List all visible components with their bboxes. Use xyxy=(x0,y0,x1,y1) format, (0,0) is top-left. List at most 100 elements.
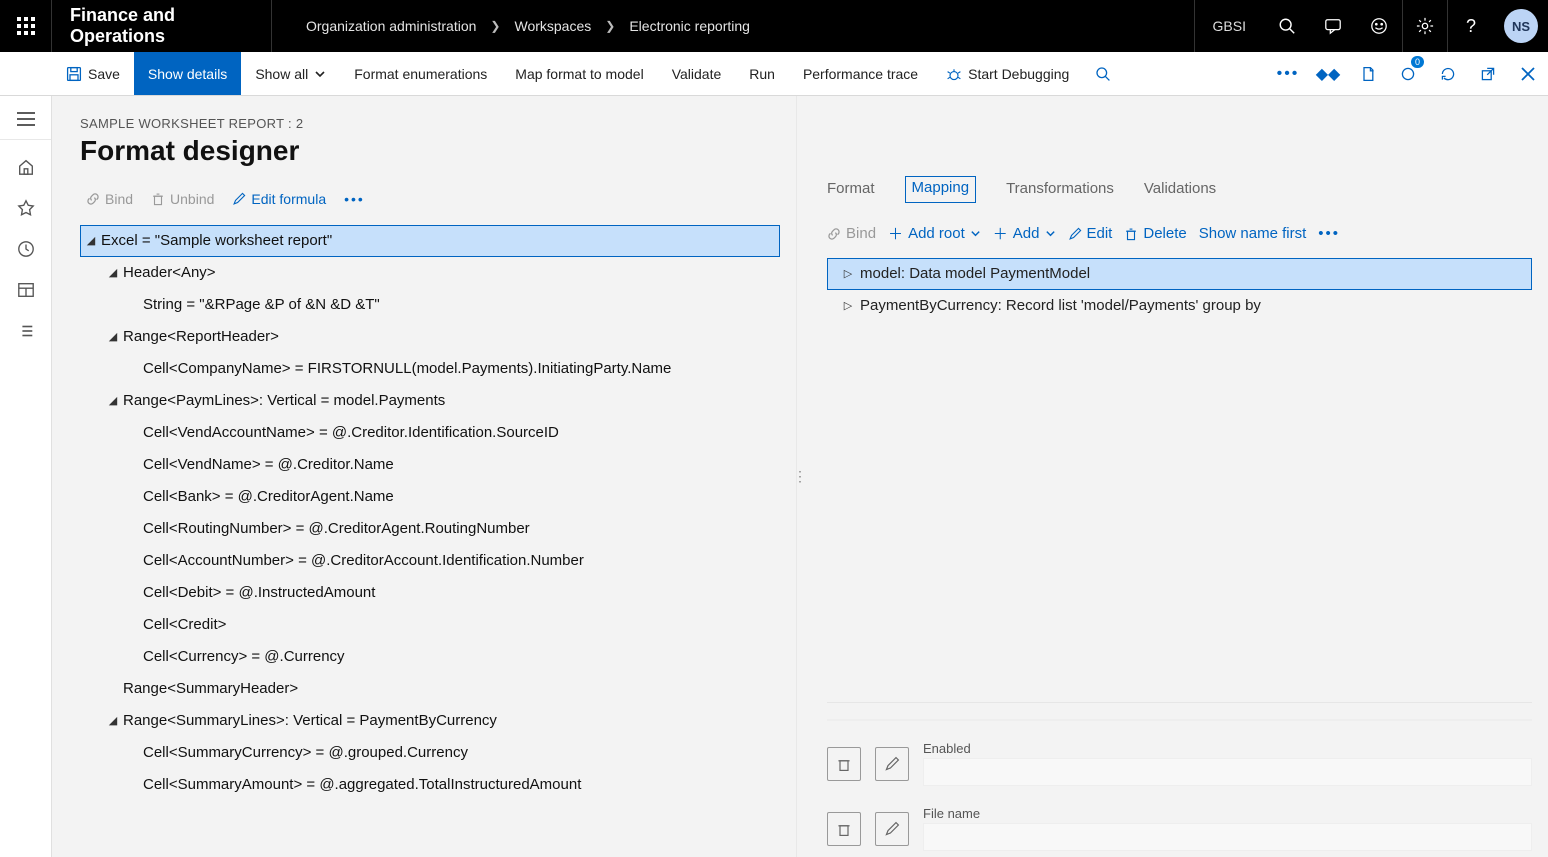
search-icon xyxy=(1278,17,1296,35)
tree-item[interactable]: String = "&RPage &P of &N &D &T" xyxy=(80,289,780,321)
message-count-badge: 0 xyxy=(1411,56,1424,68)
attachments-button[interactable] xyxy=(1348,52,1388,95)
messages-button[interactable]: 0 xyxy=(1388,52,1428,95)
star-icon xyxy=(17,199,35,217)
help-button[interactable]: ? xyxy=(1448,0,1494,52)
ds-tree-item[interactable]: ▷model: Data model PaymentModel xyxy=(827,258,1532,290)
refresh-button[interactable] xyxy=(1428,52,1468,95)
chevron-right-icon: ❯ xyxy=(490,19,500,33)
add-root-button[interactable]: ＋Add root xyxy=(888,223,981,244)
focus-mode-button[interactable]: ◆◆ xyxy=(1308,52,1348,95)
tab-mapping[interactable]: Mapping xyxy=(905,176,977,203)
popout-icon xyxy=(1480,66,1496,82)
validate-button[interactable]: Validate xyxy=(658,52,736,95)
datasource-tree[interactable]: ▷model: Data model PaymentModel ▷Payment… xyxy=(827,258,1532,322)
clear-filename-button[interactable] xyxy=(827,812,861,846)
search-icon xyxy=(1095,66,1111,82)
close-button[interactable] xyxy=(1508,52,1548,95)
trash-icon xyxy=(836,756,852,772)
property-editor[interactable] xyxy=(827,719,1532,721)
app-launcher-button[interactable] xyxy=(0,0,52,52)
breadcrumb-nav: Organization administration ❯ Workspaces… xyxy=(272,0,1194,52)
map-format-button[interactable]: Map format to model xyxy=(501,52,657,95)
messages-button[interactable] xyxy=(1310,0,1356,52)
tree-item[interactable]: ◢Range<ReportHeader> xyxy=(80,321,780,353)
nav-recent[interactable] xyxy=(17,240,35,263)
save-icon xyxy=(66,66,82,82)
save-button[interactable]: Save xyxy=(52,52,134,95)
trash-icon xyxy=(151,192,165,206)
hamburger-menu[interactable] xyxy=(0,98,51,140)
nav-workspaces[interactable] xyxy=(17,281,35,304)
tab-validations[interactable]: Validations xyxy=(1144,176,1216,203)
ellipsis-icon: ••• xyxy=(1318,225,1340,242)
edit-formula-button[interactable]: Edit formula xyxy=(226,187,332,211)
tree-item[interactable]: Cell<SummaryAmount> = @.aggregated.Total… xyxy=(80,769,780,801)
tree-item[interactable]: Cell<Credit> xyxy=(80,609,780,641)
nav-modules[interactable] xyxy=(17,322,35,345)
show-all-button[interactable]: Show all xyxy=(241,52,340,95)
edit-enabled-button[interactable] xyxy=(875,747,909,781)
cmd-search-button[interactable] xyxy=(1083,52,1123,95)
format-enum-button[interactable]: Format enumerations xyxy=(340,52,501,95)
collapse-icon[interactable]: ◢ xyxy=(103,385,123,417)
edit-button[interactable]: Edit xyxy=(1068,225,1113,242)
tree-item[interactable]: Cell<AccountNumber> = @.CreditorAccount.… xyxy=(80,545,780,577)
show-details-button[interactable]: Show details xyxy=(134,52,241,95)
tree-root[interactable]: ◢Excel = "Sample worksheet report" xyxy=(80,225,780,257)
filename-input[interactable] xyxy=(923,823,1532,851)
show-name-first-button[interactable]: Show name first xyxy=(1199,225,1307,242)
tree-item[interactable]: Cell<VendAccountName> = @.Creditor.Ident… xyxy=(80,417,780,449)
list-icon xyxy=(17,322,35,340)
expand-icon[interactable]: ▷ xyxy=(836,290,860,322)
collapse-icon[interactable]: ◢ xyxy=(103,321,123,353)
tab-format[interactable]: Format xyxy=(827,176,875,203)
settings-button[interactable] xyxy=(1402,0,1448,52)
start-debug-button[interactable]: Start Debugging xyxy=(932,52,1083,95)
company-selector[interactable]: GBSI xyxy=(1194,0,1264,52)
breadcrumb-item[interactable]: Organization administration xyxy=(306,18,476,34)
collapse-icon[interactable]: ◢ xyxy=(81,225,101,257)
nav-favorites[interactable] xyxy=(17,199,35,222)
enabled-input[interactable] xyxy=(923,758,1532,786)
more-button[interactable]: ••• xyxy=(1318,225,1340,242)
tree-item[interactable]: Cell<Bank> = @.CreditorAgent.Name xyxy=(80,481,780,513)
tree-item[interactable]: ◢Header<Any> xyxy=(80,257,780,289)
ds-tree-item[interactable]: ▷PaymentByCurrency: Record list 'model/P… xyxy=(827,290,1532,322)
tree-item[interactable]: Cell<SummaryCurrency> = @.grouped.Curren… xyxy=(80,737,780,769)
nav-home[interactable] xyxy=(17,158,35,181)
tree-item[interactable]: Cell<RoutingNumber> = @.CreditorAgent.Ro… xyxy=(80,513,780,545)
perf-trace-button[interactable]: Performance trace xyxy=(789,52,932,95)
ellipsis-icon: ••• xyxy=(344,191,365,207)
chevron-right-icon: ❯ xyxy=(605,19,615,33)
collapse-icon[interactable]: ◢ xyxy=(103,257,123,289)
collapse-icon[interactable]: ◢ xyxy=(103,705,123,737)
feedback-button[interactable] xyxy=(1356,0,1402,52)
more-actions-button[interactable]: ••• xyxy=(338,187,371,211)
user-avatar[interactable]: NS xyxy=(1504,9,1538,43)
tree-item[interactable]: Cell<Currency> = @.Currency xyxy=(80,641,780,673)
run-button[interactable]: Run xyxy=(735,52,789,95)
breadcrumb-item[interactable]: Electronic reporting xyxy=(629,18,750,34)
breadcrumb-item[interactable]: Workspaces xyxy=(514,18,591,34)
tree-item[interactable]: Cell<Debit> = @.InstructedAmount xyxy=(80,577,780,609)
delete-button[interactable]: Delete xyxy=(1124,225,1186,242)
edit-filename-button[interactable] xyxy=(875,812,909,846)
tree-item[interactable]: ◢Range<SummaryLines>: Vertical = Payment… xyxy=(80,705,780,737)
popout-button[interactable] xyxy=(1468,52,1508,95)
tab-transformations[interactable]: Transformations xyxy=(1006,176,1114,203)
chevron-down-icon xyxy=(314,68,326,80)
tree-item[interactable]: Cell<CompanyName> = FIRSTORNULL(model.Pa… xyxy=(80,353,780,385)
tree-item[interactable]: Cell<VendName> = @.Creditor.Name xyxy=(80,449,780,481)
format-tree[interactable]: ◢Excel = "Sample worksheet report" ◢Head… xyxy=(80,225,780,801)
search-button[interactable] xyxy=(1264,0,1310,52)
clear-enabled-button[interactable] xyxy=(827,747,861,781)
tree-item[interactable]: ◢Range<PaymLines>: Vertical = model.Paym… xyxy=(80,385,780,417)
grid-icon xyxy=(17,281,35,299)
tree-item[interactable]: Range<SummaryHeader> xyxy=(80,673,780,705)
expand-icon[interactable]: ▷ xyxy=(836,258,860,290)
more-commands-button[interactable]: ••• xyxy=(1268,52,1308,95)
add-button[interactable]: ＋Add xyxy=(993,223,1056,244)
diamond-icon: ◆◆ xyxy=(1316,64,1341,84)
trash-icon xyxy=(1124,227,1138,241)
